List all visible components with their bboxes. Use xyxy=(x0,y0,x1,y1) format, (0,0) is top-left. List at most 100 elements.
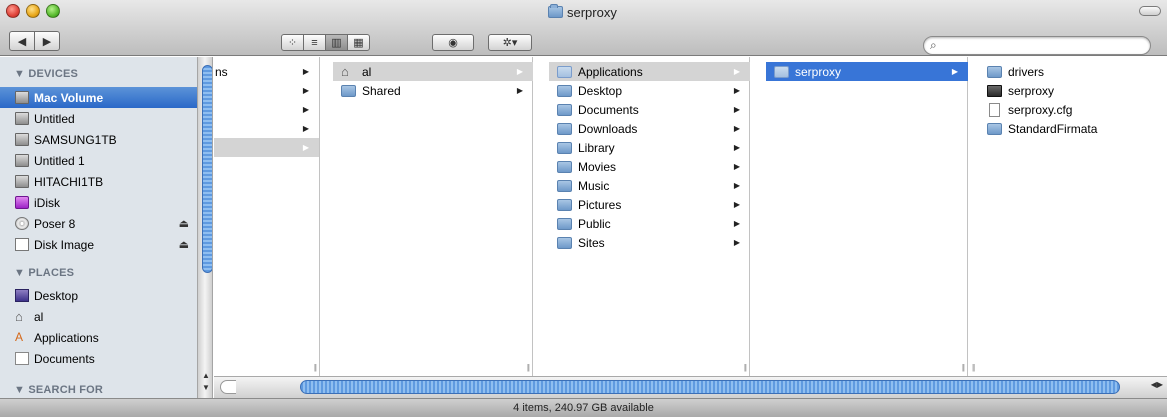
hard-drive-icon xyxy=(15,154,29,167)
sidebar-item-label: Applications xyxy=(34,330,99,345)
pictures-folder-icon xyxy=(557,198,572,211)
scroll-down-arrow-icon[interactable]: ▼ xyxy=(202,383,210,392)
list-item-movies[interactable]: Movies ▶ xyxy=(549,157,750,176)
search-field[interactable]: ⌕ xyxy=(923,36,1151,55)
devices-header[interactable]: ▼ DEVICES xyxy=(14,68,78,80)
list-item[interactable]: ▶ xyxy=(214,138,319,157)
list-item-label: Sites xyxy=(578,235,605,250)
window-title: serproxy xyxy=(548,3,617,21)
hard-drive-icon xyxy=(15,133,29,146)
list-item-label: Movies xyxy=(578,159,617,174)
folder-icon xyxy=(557,84,572,97)
back-arrow-icon: ◀ xyxy=(17,35,27,48)
column-resize-grip[interactable]: || xyxy=(962,363,965,372)
sites-folder-icon xyxy=(557,236,572,249)
list-item-label: drivers xyxy=(1008,64,1045,79)
list-item-al[interactable]: ⌂ al ▶ xyxy=(333,62,533,81)
list-item-serproxy[interactable]: serproxy ▶ xyxy=(766,62,968,81)
scroll-track-cap xyxy=(220,380,236,394)
horizontal-scroll-thumb[interactable] xyxy=(300,380,1120,394)
eject-icon[interactable]: ⏏ xyxy=(179,217,189,230)
icon-view-button[interactable]: ⁘ xyxy=(281,34,304,51)
sidebar-item-label: HITACHI1TB xyxy=(34,174,104,189)
list-item-pictures[interactable]: Pictures ▶ xyxy=(549,195,750,214)
list-item-label: StandardFirmata xyxy=(1008,121,1098,136)
list-item-label: Public xyxy=(578,216,611,231)
sidebar-item-untitled[interactable]: Untitled xyxy=(0,108,197,129)
forward-button[interactable]: ▶ xyxy=(34,31,60,51)
sidebar-item-applications[interactable]: A Applications xyxy=(0,327,197,348)
sidebar-item-label: Documents xyxy=(34,351,95,366)
documents-icon xyxy=(15,352,29,365)
column-resize-grip[interactable]: || xyxy=(744,363,747,372)
window-title-text: serproxy xyxy=(567,4,617,20)
downloads-folder-icon xyxy=(557,122,572,135)
close-window-button[interactable] xyxy=(6,4,20,18)
list-item-label: Library xyxy=(578,140,615,155)
disclosure-arrow-icon: ▶ xyxy=(733,105,740,114)
list-item-serproxy-cfg[interactable]: serproxy.cfg xyxy=(979,100,1167,119)
list-item-sites[interactable]: Sites ▶ xyxy=(549,233,750,252)
list-item[interactable]: ▶ xyxy=(214,119,319,138)
column-resize-grip[interactable]: || xyxy=(527,363,530,372)
coverflow-view-button[interactable]: ▦ xyxy=(347,34,370,51)
disclosure-arrow-icon: ▶ xyxy=(733,86,740,95)
disclosure-arrow-icon: ▶ xyxy=(733,200,740,209)
places-header[interactable]: ▼ PLACES xyxy=(14,267,74,279)
search-input[interactable] xyxy=(944,38,1144,53)
disclosure-arrow-icon: ▶ xyxy=(733,67,740,76)
horizontal-scrollbar[interactable]: ◀▶ xyxy=(214,376,1167,398)
minimize-window-button[interactable] xyxy=(26,4,40,18)
home-icon: ⌂ xyxy=(341,63,349,79)
eye-icon: ◉ xyxy=(448,37,458,49)
list-item-shared[interactable]: Shared ▶ xyxy=(333,81,533,100)
list-item-documents[interactable]: Documents ▶ xyxy=(549,100,750,119)
sidebar-item-idisk[interactable]: iDisk xyxy=(0,192,197,213)
column-resize-grip[interactable]: || xyxy=(972,363,975,372)
list-item[interactable]: ▶ xyxy=(214,100,319,119)
column-view-icon: ▥ xyxy=(331,37,342,49)
column-view-button[interactable]: ▥ xyxy=(325,34,348,51)
scroll-arrows-icon[interactable]: ◀▶ xyxy=(1151,380,1163,389)
sidebar-item-poser-8[interactable]: Poser 8 ⏏ xyxy=(0,213,197,234)
list-item-drivers[interactable]: drivers xyxy=(979,62,1167,81)
sidebar-item-disk-image[interactable]: Disk Image ⏏ xyxy=(0,234,197,255)
list-item-downloads[interactable]: Downloads ▶ xyxy=(549,119,750,138)
list-item[interactable]: ▶ xyxy=(214,81,319,100)
column-resize-grip[interactable]: || xyxy=(314,363,317,372)
disclosure-arrow-icon: ▶ xyxy=(733,143,740,152)
document-icon xyxy=(989,102,1000,117)
zoom-window-button[interactable] xyxy=(46,4,60,18)
sidebar-item-documents[interactable]: Documents xyxy=(0,348,197,369)
disclosure-arrow-icon: ▶ xyxy=(951,67,958,76)
list-item-serproxy-exec[interactable]: serproxy xyxy=(979,81,1167,100)
list-item-library[interactable]: Library ▶ xyxy=(549,138,750,157)
action-menu-button[interactable]: ✲▾ xyxy=(488,34,532,51)
disclosure-arrow-icon: ▶ xyxy=(302,86,309,95)
list-item-applications[interactable]: Applications ▶ xyxy=(549,62,750,81)
applications-folder-icon xyxy=(557,65,572,78)
cd-icon xyxy=(15,217,29,230)
list-item-desktop[interactable]: Desktop ▶ xyxy=(549,81,750,100)
toolbar-toggle-button[interactable] xyxy=(1139,6,1161,16)
list-item-label: Applications xyxy=(578,64,643,79)
folder-icon xyxy=(987,122,1002,135)
search-for-header[interactable]: ▼ SEARCH FOR xyxy=(14,384,103,396)
sidebar-item-hitachi1tb[interactable]: HITACHI1TB xyxy=(0,171,197,192)
sidebar-item-al[interactable]: ⌂ al xyxy=(0,306,197,327)
sidebar-scroll-thumb[interactable] xyxy=(202,65,212,273)
list-view-button[interactable]: ≡ xyxy=(303,34,326,51)
sidebar-item-untitled-1[interactable]: Untitled 1 xyxy=(0,150,197,171)
back-button[interactable]: ◀ xyxy=(9,31,35,51)
sidebar-item-mac-volume[interactable]: Mac Volume xyxy=(0,87,197,108)
list-item[interactable]: ns ▶ xyxy=(214,62,319,81)
list-item-music[interactable]: Music ▶ xyxy=(549,176,750,195)
eject-icon[interactable]: ⏏ xyxy=(179,238,189,251)
list-item-public[interactable]: Public ▶ xyxy=(549,214,750,233)
list-item-label: al xyxy=(362,64,372,79)
scroll-up-arrow-icon[interactable]: ▲ xyxy=(202,371,210,380)
list-item-standardfirmata[interactable]: StandardFirmata xyxy=(979,119,1167,138)
quick-look-button[interactable]: ◉ xyxy=(432,34,474,51)
sidebar-item-desktop[interactable]: Desktop xyxy=(0,285,197,306)
sidebar-item-samsung1tb[interactable]: SAMSUNG1TB xyxy=(0,129,197,150)
